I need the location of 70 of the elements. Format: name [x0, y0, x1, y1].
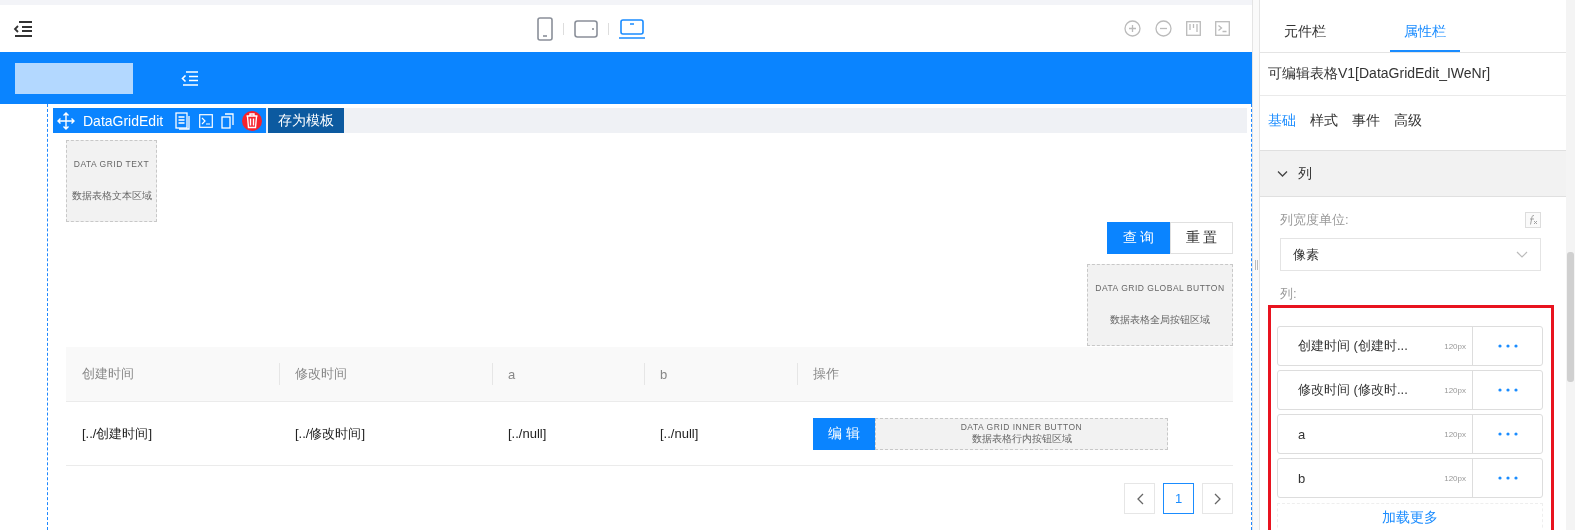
column-item[interactable]: 修改时间 (修改时... 120px: [1277, 370, 1543, 410]
document-icon[interactable]: [175, 111, 192, 130]
resize-handle[interactable]: [1252, 0, 1260, 530]
zoom-in-icon[interactable]: [1124, 20, 1141, 37]
laptop-icon[interactable]: [619, 18, 645, 39]
placeholder-caption: 数据表格文本区域: [71, 189, 152, 203]
previous-page-button[interactable]: [1124, 483, 1155, 514]
unit-select[interactable]: 像素: [1280, 238, 1541, 271]
chevron-right-icon: [1213, 492, 1222, 505]
property-tab[interactable]: 样式: [1310, 112, 1338, 130]
section-header[interactable]: 列: [1260, 151, 1566, 197]
scrollbar[interactable]: [1566, 0, 1575, 530]
load-more-button[interactable]: 加载更多: [1277, 503, 1543, 530]
column-width: 120px: [1444, 385, 1467, 395]
field-label: 列:: [1280, 285, 1297, 303]
save-template-button[interactable]: 存为模板: [268, 108, 345, 133]
column-header: a: [508, 366, 516, 382]
zoom-out-icon[interactable]: [1155, 20, 1172, 37]
column-name: b: [1297, 470, 1307, 486]
table-cell: [../创建时间]: [82, 425, 153, 441]
placeholder-title: DATA GRID GLOBAL BUTTON: [1095, 283, 1225, 294]
panel-tab[interactable]: 元件栏: [1270, 5, 1340, 52]
trash-icon[interactable]: [242, 109, 263, 132]
column-item[interactable]: 创建时间 (创建时... 120px: [1277, 326, 1543, 366]
column-header: 创建时间: [82, 365, 134, 383]
property-tab[interactable]: 事件: [1352, 112, 1380, 130]
property-tab[interactable]: 基础: [1268, 112, 1296, 130]
terminal-icon[interactable]: [1215, 21, 1230, 36]
search-button[interactable]: 查 询: [1107, 222, 1170, 254]
more-icon[interactable]: [1497, 344, 1518, 348]
copy-icon[interactable]: [221, 112, 235, 129]
column-width: 120px: [1444, 429, 1467, 439]
chevron-left-icon: [1135, 492, 1144, 505]
more-icon[interactable]: [1497, 388, 1518, 392]
column-header: 修改时间: [295, 365, 347, 383]
column-header: 操作: [813, 365, 839, 383]
phone-icon[interactable]: [537, 16, 553, 41]
chevron-icon: [1277, 169, 1288, 178]
board-icon[interactable]: [1186, 21, 1201, 36]
component-name: DataGridEdit: [83, 112, 164, 129]
formula-icon[interactable]: [1525, 212, 1541, 228]
edit-button[interactable]: 编 辑: [813, 417, 875, 450]
field-label: 列宽度单位:: [1280, 211, 1349, 229]
tablet-icon[interactable]: [574, 19, 598, 38]
column-name: a: [1297, 426, 1307, 442]
table-cell: [../null]: [660, 426, 699, 441]
column-name: 创建时间 (创建时...: [1297, 337, 1409, 355]
more-icon[interactable]: [1497, 476, 1518, 480]
column-item[interactable]: b 120px: [1277, 458, 1543, 498]
property-tab[interactable]: 高级: [1394, 112, 1422, 130]
next-page-button[interactable]: [1202, 483, 1233, 514]
table-cell: [../null]: [508, 426, 547, 441]
menu-collapse-icon[interactable]: [13, 20, 33, 37]
scrollbar-thumb[interactable]: [1567, 252, 1574, 382]
placeholder-title: DATA GRID TEXT: [73, 159, 150, 170]
reset-button[interactable]: 重 置: [1170, 222, 1233, 254]
placeholder-caption: 数据表格行内按钮区域: [971, 431, 1072, 446]
column-header: b: [660, 366, 668, 382]
more-icon[interactable]: [1497, 432, 1518, 436]
chevron-down-icon: [1516, 250, 1528, 259]
column-name: 修改时间 (修改时...: [1297, 381, 1409, 399]
placeholder-caption: 数据表格全局按钮区域: [1110, 313, 1210, 327]
column-item[interactable]: a 120px: [1277, 414, 1543, 454]
column-width: 120px: [1444, 341, 1467, 351]
panel-tab[interactable]: 属性栏: [1390, 5, 1460, 52]
column-width: 120px: [1444, 473, 1467, 483]
move-icon[interactable]: [57, 111, 75, 130]
table-cell: [../修改时间]: [295, 425, 366, 441]
section-title: 列: [1298, 164, 1312, 183]
placeholder-title: DATA GRID INNER BUTTON: [960, 421, 1083, 432]
